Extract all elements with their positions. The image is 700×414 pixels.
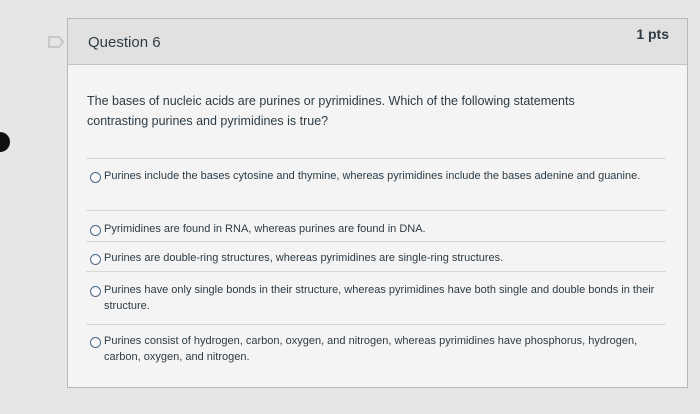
answer-option[interactable]: Purines have only single bonds in their …	[86, 271, 666, 324]
answer-label: Purines consist of hydrogen, carbon, oxy…	[104, 335, 638, 363]
answer-label: Purines include the bases cytosine and t…	[104, 170, 641, 182]
answer-label: Purines are double-ring structures, wher…	[104, 252, 504, 264]
points-label: 1 pts	[636, 26, 669, 42]
answer-list: Purines include the bases cytosine and t…	[86, 158, 666, 372]
question-text: The bases of nucleic acids are purines o…	[87, 94, 575, 128]
radio-button[interactable]	[90, 172, 101, 183]
answer-option[interactable]: Purines are double-ring structures, wher…	[86, 241, 666, 271]
answer-label: Purines have only single bonds in their …	[104, 284, 655, 312]
edge-dot	[0, 132, 10, 152]
answer-label: Pyrimidines are found in RNA, whereas pu…	[104, 223, 426, 235]
answer-option[interactable]: Pyrimidines are found in RNA, whereas pu…	[86, 210, 666, 241]
answer-option[interactable]: Purines consist of hydrogen, carbon, oxy…	[86, 324, 666, 372]
question-header: Question 6 1 pts	[68, 19, 687, 65]
question-card: Question 6 1 pts The bases of nucleic ac…	[67, 18, 688, 388]
radio-button[interactable]	[90, 337, 101, 348]
question-title: Question 6	[88, 34, 161, 51]
radio-button[interactable]	[90, 254, 101, 265]
radio-button[interactable]	[90, 225, 101, 236]
answer-option[interactable]: Purines include the bases cytosine and t…	[86, 158, 666, 210]
radio-button[interactable]	[90, 286, 101, 297]
flag-icon[interactable]	[48, 36, 64, 48]
